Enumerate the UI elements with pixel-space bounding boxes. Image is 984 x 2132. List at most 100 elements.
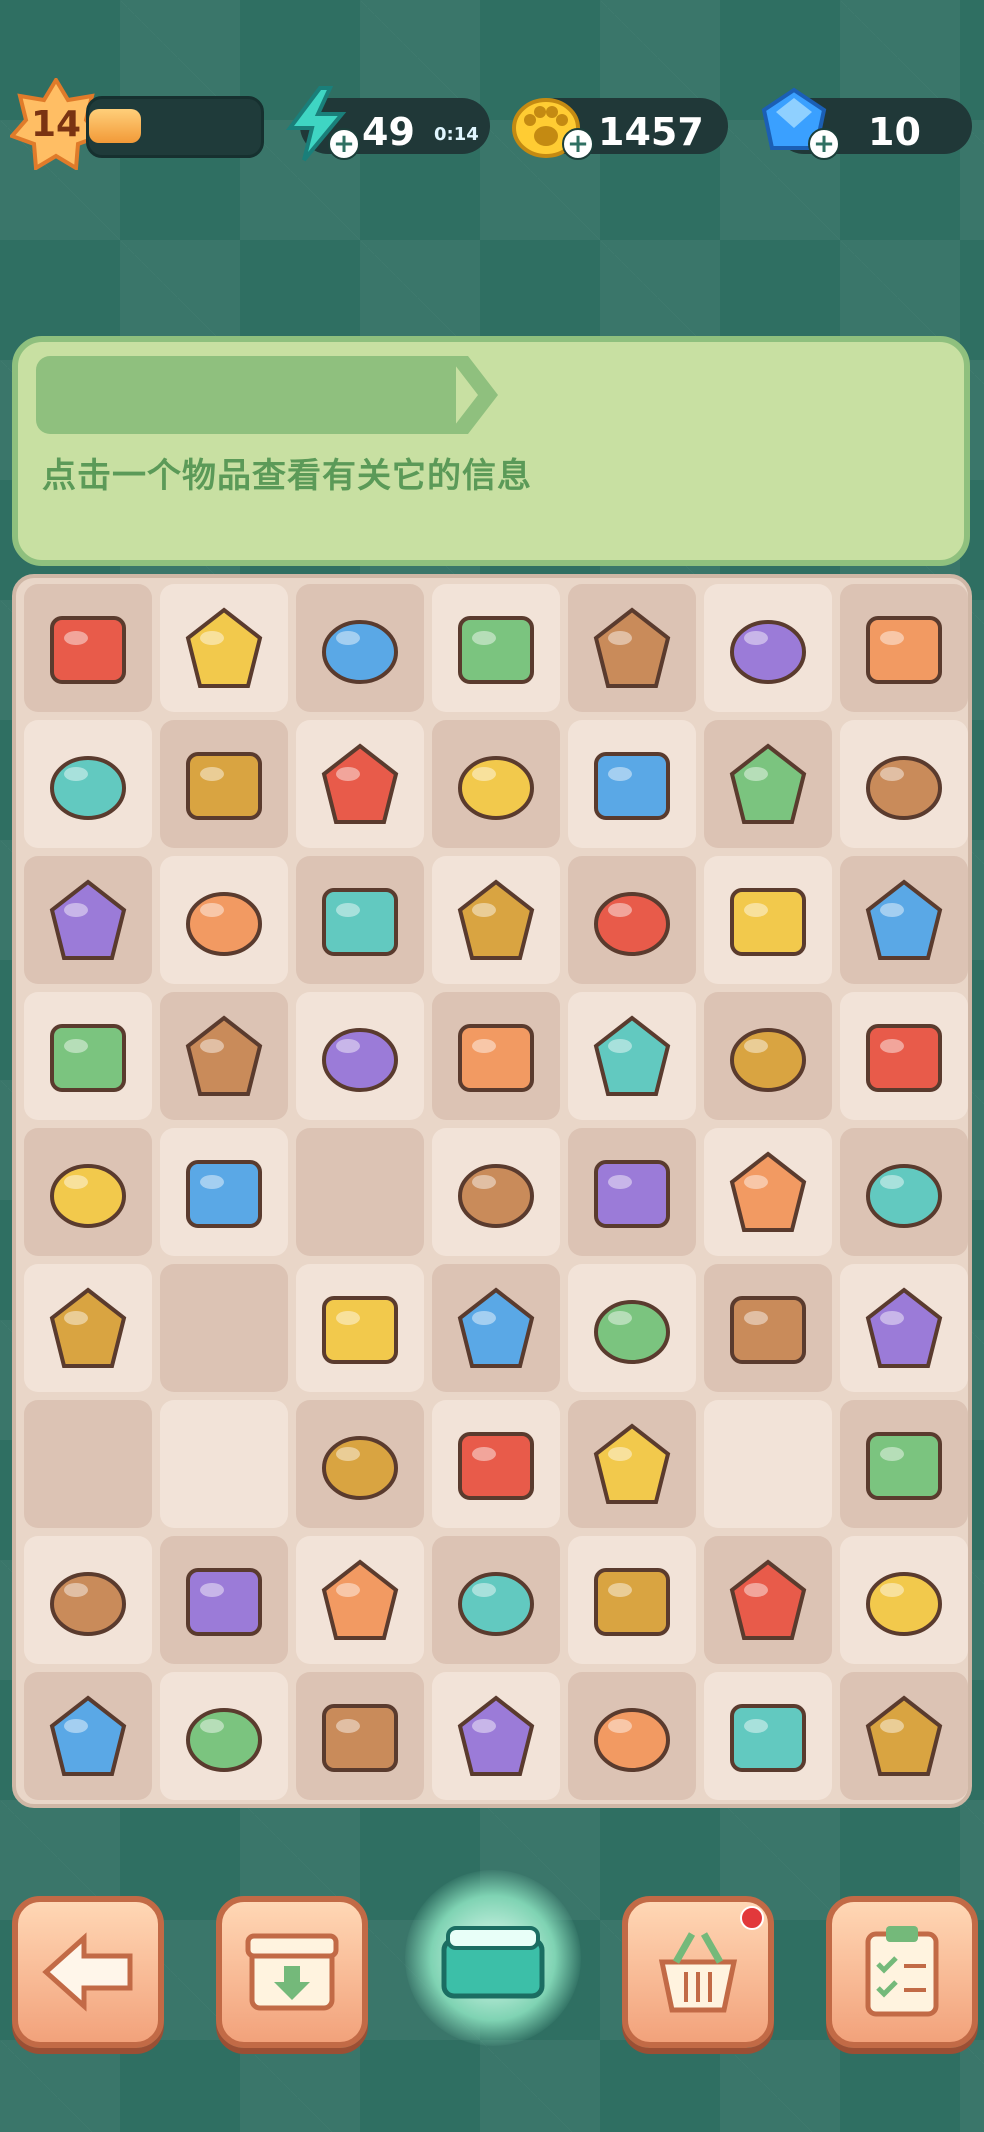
board-cell[interactable]: [296, 584, 424, 712]
steel-wool-icon[interactable]: [310, 1414, 410, 1514]
add-energy-button[interactable]: +: [328, 128, 360, 160]
toolbox-button[interactable]: [405, 1870, 581, 2046]
board-cell[interactable]: [432, 1264, 560, 1392]
board-cell[interactable]: [160, 720, 288, 848]
board-cell[interactable]: [432, 1400, 560, 1528]
board-cell[interactable]: [568, 1264, 696, 1392]
red-button-icon[interactable]: [174, 1142, 274, 1242]
food-plate-icon[interactable]: [718, 1550, 818, 1650]
board-cell[interactable]: [432, 1536, 560, 1664]
eggs-icon[interactable]: [38, 1550, 138, 1650]
trowel-icon[interactable]: [310, 1278, 410, 1378]
cardboard-box-icon[interactable]: [310, 598, 410, 698]
board-cell[interactable]: [840, 992, 968, 1120]
small-fish-icon[interactable]: [310, 870, 410, 970]
board-cell[interactable]: [24, 1400, 152, 1528]
board-cell[interactable]: [704, 720, 832, 848]
trash-can-icon[interactable]: [718, 734, 818, 834]
blue-leaves-icon[interactable]: [854, 1278, 954, 1378]
board-cell[interactable]: [432, 720, 560, 848]
add-gem-button[interactable]: +: [808, 128, 840, 160]
board-cell[interactable]: [704, 856, 832, 984]
metal-pipe-icon[interactable]: [854, 598, 954, 698]
rope-icon[interactable]: [854, 734, 954, 834]
board-cell[interactable]: [840, 856, 968, 984]
board-cell[interactable]: [160, 1264, 288, 1392]
board-cell[interactable]: [840, 720, 968, 848]
board-cell[interactable]: [704, 1128, 832, 1256]
board-cell[interactable]: [296, 1400, 424, 1528]
board-cell[interactable]: [296, 1672, 424, 1800]
board-cell[interactable]: [704, 584, 832, 712]
blue-fish-icon[interactable]: [446, 598, 546, 698]
treasure-chest-icon[interactable]: [718, 598, 818, 698]
board-cell[interactable]: [432, 1128, 560, 1256]
cotton-rack-icon[interactable]: [38, 1142, 138, 1242]
board-cell[interactable]: [296, 992, 424, 1120]
board-cell[interactable]: [840, 1400, 968, 1528]
flyer-box-icon[interactable]: [854, 1686, 954, 1786]
yellow-basket-icon[interactable]: [310, 1686, 410, 1786]
board-cell[interactable]: [160, 992, 288, 1120]
board-cell[interactable]: [24, 1672, 152, 1800]
board-cell[interactable]: [840, 1128, 968, 1256]
board-cell[interactable]: [704, 1536, 832, 1664]
board-cell[interactable]: [432, 584, 560, 712]
ice-cube-icon[interactable]: [582, 870, 682, 970]
wooden-cabinet-icon[interactable]: [854, 1006, 954, 1106]
cola-drinks-icon[interactable]: [718, 870, 818, 970]
board-cell[interactable]: [24, 992, 152, 1120]
board-cell[interactable]: [24, 1128, 152, 1256]
short-pipe-icon[interactable]: [310, 1550, 410, 1650]
vegetable-crate-icon[interactable]: [854, 870, 954, 970]
blue-bird-icon[interactable]: [854, 1550, 954, 1650]
drawer-icon[interactable]: [38, 870, 138, 970]
battery-icon[interactable]: [174, 734, 274, 834]
board-cell[interactable]: [840, 1536, 968, 1664]
water-bottle-icon[interactable]: [718, 1142, 818, 1242]
board-cell[interactable]: [160, 1536, 288, 1664]
blue-fabric-icon[interactable]: [718, 1278, 818, 1378]
board-cell[interactable]: [704, 992, 832, 1120]
board-cell[interactable]: [24, 856, 152, 984]
green-vase-icon[interactable]: [446, 1006, 546, 1106]
add-paw-coin-button[interactable]: +: [562, 128, 594, 160]
pink-loom-icon[interactable]: [582, 1686, 682, 1786]
board-cell[interactable]: [568, 720, 696, 848]
board-cell[interactable]: [160, 856, 288, 984]
beans-icon[interactable]: [582, 1414, 682, 1514]
yellow-cloth-icon[interactable]: [38, 734, 138, 834]
back-button[interactable]: [12, 1896, 164, 2048]
mop-icon[interactable]: [582, 1006, 682, 1106]
board-cell[interactable]: [568, 1400, 696, 1528]
flower-vase-icon[interactable]: [446, 1686, 546, 1786]
board-cell[interactable]: [568, 1536, 696, 1664]
shopping-bag-icon[interactable]: [310, 734, 410, 834]
sewing-box-icon[interactable]: [718, 1006, 818, 1106]
board-cell[interactable]: [296, 1264, 424, 1392]
coin-pouch-icon[interactable]: [38, 1278, 138, 1378]
flower-bud-icon[interactable]: [446, 1414, 546, 1514]
sack-icon[interactable]: [582, 1278, 682, 1378]
fish-jar-icon[interactable]: [582, 1142, 682, 1242]
board-cell[interactable]: [160, 1672, 288, 1800]
fish-cookie-icon[interactable]: [446, 1278, 546, 1378]
board-cell[interactable]: [704, 1400, 832, 1528]
board-cell[interactable]: [568, 584, 696, 712]
loom-icon[interactable]: [718, 1686, 818, 1786]
board-cell[interactable]: [840, 1672, 968, 1800]
board-cell[interactable]: [24, 584, 152, 712]
board-cell[interactable]: [160, 1400, 288, 1528]
paw-coins-pile-icon[interactable]: [38, 1006, 138, 1106]
board-cell[interactable]: [432, 856, 560, 984]
board-cell[interactable]: [24, 1264, 152, 1392]
tube-icon[interactable]: [446, 1142, 546, 1242]
board-cell[interactable]: [432, 1672, 560, 1800]
board-cell[interactable]: [704, 1672, 832, 1800]
trash-can-icon[interactable]: [446, 734, 546, 834]
paw-coins-icon[interactable]: [174, 1006, 274, 1106]
shop-basket-button[interactable]: [622, 1896, 774, 2048]
board-cell[interactable]: [568, 856, 696, 984]
potted-plant-icon[interactable]: [854, 1414, 954, 1514]
fridge-drawer-icon[interactable]: [582, 734, 682, 834]
